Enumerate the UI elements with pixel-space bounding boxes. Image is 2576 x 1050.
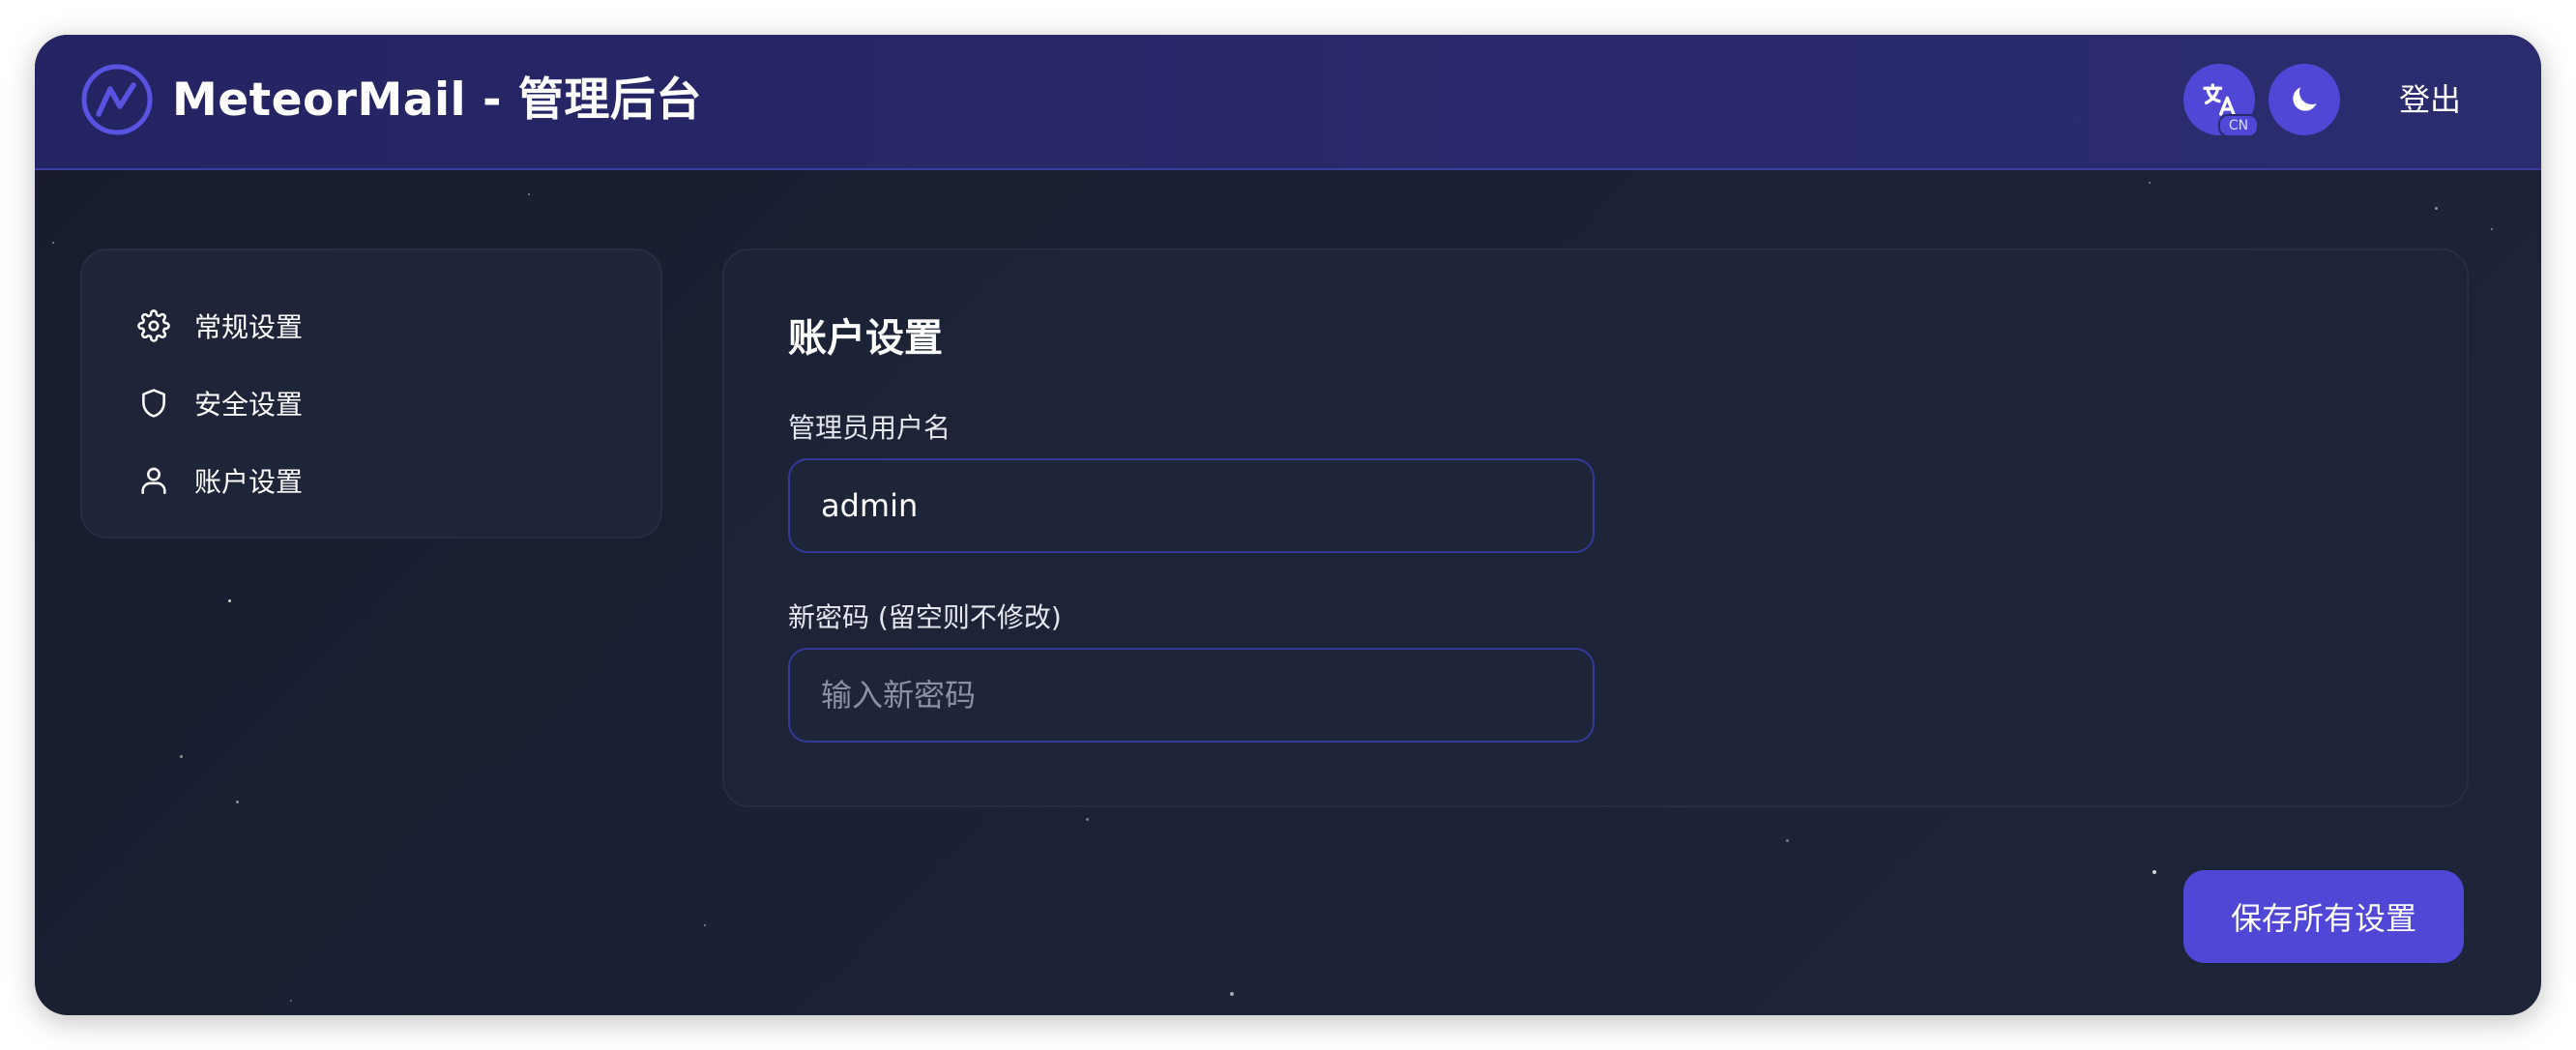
new-password-input[interactable] — [788, 648, 1595, 743]
shield-icon — [136, 386, 171, 421]
star-decoration — [180, 755, 183, 758]
star-decoration — [52, 242, 54, 244]
star-decoration — [2152, 870, 2156, 874]
user-icon — [136, 463, 171, 498]
panel-title: 账户设置 — [788, 316, 943, 361]
star-decoration — [2149, 182, 2151, 184]
username-label: 管理员用户名 — [788, 412, 951, 444]
star-decoration — [1230, 992, 1234, 996]
moon-icon — [2293, 87, 2317, 111]
star-decoration — [290, 1000, 292, 1002]
star-decoration — [236, 801, 239, 803]
app-title: MeteorMail - 管理后台 — [172, 73, 702, 127]
sidebar-item-label: 常规设置 — [194, 311, 304, 343]
logout-button[interactable]: 登出 — [2377, 68, 2483, 131]
sidebar-item-label: 安全设置 — [194, 389, 304, 421]
star-decoration — [704, 924, 706, 926]
sidebar-item-label: 账户设置 — [194, 466, 304, 498]
star-decoration — [2491, 228, 2493, 230]
translate-icon — [2203, 83, 2236, 116]
language-badge: CN — [2218, 114, 2259, 137]
star-decoration — [228, 599, 231, 602]
sidebar-item-security[interactable]: 安全设置 — [136, 374, 303, 432]
top-header: MeteorMail - 管理后台 CN 登出 — [35, 35, 2541, 170]
app-window: MeteorMail - 管理后台 CN 登出 常规设置 安全设置 账户设置 账… — [35, 35, 2541, 1015]
username-input[interactable] — [788, 458, 1595, 553]
star-decoration — [1086, 818, 1089, 821]
account-settings-panel: 账户设置 管理员用户名 新密码 (留空则不修改) — [722, 248, 2469, 807]
gear-icon — [136, 308, 171, 343]
star-decoration — [2435, 207, 2438, 210]
save-all-settings-button[interactable]: 保存所有设置 — [2183, 870, 2464, 963]
logo-icon — [81, 64, 153, 135]
language-toggle-button[interactable]: CN — [2183, 64, 2259, 137]
sidebar-item-general[interactable]: 常规设置 — [136, 297, 303, 355]
settings-sidebar: 常规设置 安全设置 账户设置 — [80, 248, 662, 539]
theme-toggle-button[interactable] — [2269, 64, 2340, 135]
new-password-label: 新密码 (留空则不修改) — [788, 601, 1062, 633]
star-decoration — [1786, 839, 1789, 842]
sidebar-item-account[interactable]: 账户设置 — [136, 452, 303, 510]
star-decoration — [528, 193, 530, 195]
